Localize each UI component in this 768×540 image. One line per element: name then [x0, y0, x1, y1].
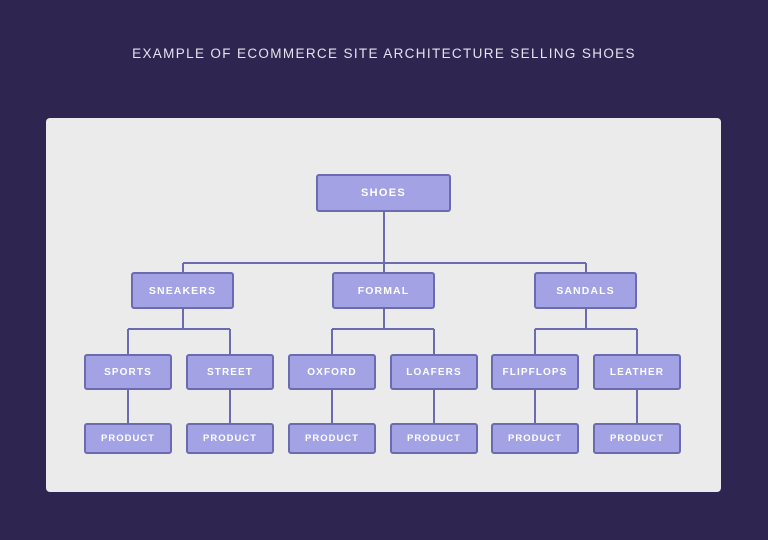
node-product-sports[interactable]: PRODUCT	[84, 423, 172, 454]
node-loafers[interactable]: LOAFERS	[390, 354, 478, 390]
node-product-street[interactable]: PRODUCT	[186, 423, 274, 454]
node-sneakers[interactable]: SNEAKERS	[131, 272, 234, 309]
node-product-oxford[interactable]: PRODUCT	[288, 423, 376, 454]
node-leather[interactable]: LEATHER	[593, 354, 681, 390]
node-product-loafers[interactable]: PRODUCT	[390, 423, 478, 454]
node-formal[interactable]: FORMAL	[332, 272, 435, 309]
diagram-screenshot: EXAMPLE OF ECOMMERCE SITE ARCHITECTURE S…	[0, 0, 768, 540]
node-street[interactable]: STREET	[186, 354, 274, 390]
site-architecture-tree: SHOES SNEAKERS FORMAL SANDALS SPORTS STR…	[46, 118, 721, 492]
node-sandals[interactable]: SANDALS	[534, 272, 637, 309]
node-oxford[interactable]: OXFORD	[288, 354, 376, 390]
node-product-leather[interactable]: PRODUCT	[593, 423, 681, 454]
node-shoes[interactable]: SHOES	[316, 174, 451, 212]
node-flipflops[interactable]: FLIPFLOPS	[491, 354, 579, 390]
diagram-card: SHOES SNEAKERS FORMAL SANDALS SPORTS STR…	[46, 118, 721, 492]
node-product-flipflops[interactable]: PRODUCT	[491, 423, 579, 454]
page-title: EXAMPLE OF ECOMMERCE SITE ARCHITECTURE S…	[132, 46, 636, 61]
node-sports[interactable]: SPORTS	[84, 354, 172, 390]
